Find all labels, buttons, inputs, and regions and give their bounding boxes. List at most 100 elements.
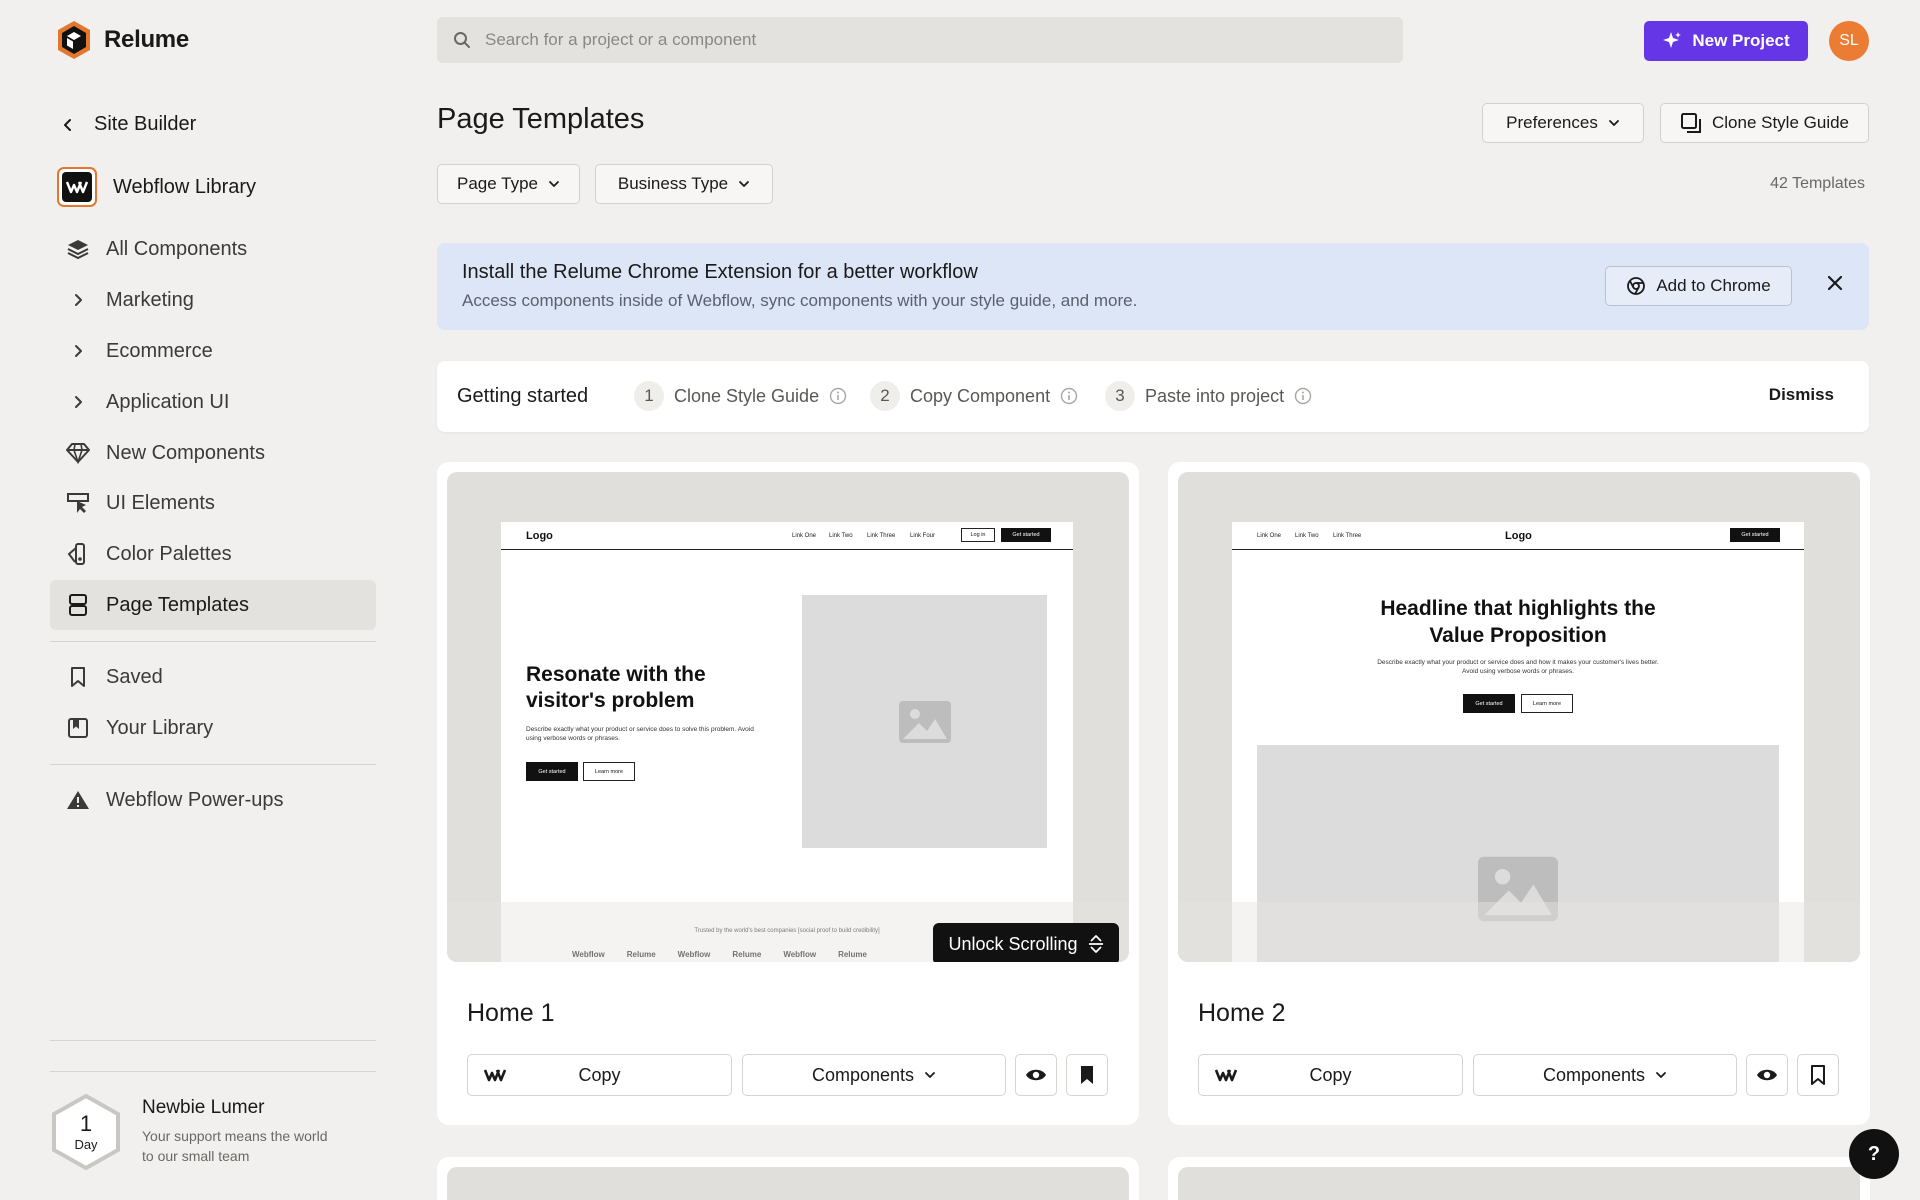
clone-style-guide-button[interactable]: Clone Style Guide xyxy=(1660,103,1869,143)
search-bar[interactable] xyxy=(437,17,1403,63)
sidebar-divider xyxy=(50,1071,376,1072)
step-copy-component[interactable]: 2 Copy Component xyxy=(870,381,1078,411)
copy-button[interactable]: Copy xyxy=(467,1054,732,1096)
sidebar-item-application-ui[interactable]: Application UI xyxy=(50,377,376,427)
preview-body: Describe exactly what your product or se… xyxy=(526,726,754,742)
template-preview[interactable]: Logo Link One Link Two Link Three Link F… xyxy=(447,472,1129,962)
app-logo[interactable]: Relume xyxy=(56,20,189,60)
sidebar-item-new-components[interactable]: New Components xyxy=(50,428,376,478)
chevron-down-icon xyxy=(1608,118,1620,128)
sidebar-divider xyxy=(50,641,376,642)
close-icon[interactable] xyxy=(1826,274,1844,292)
info-icon[interactable] xyxy=(1060,387,1078,405)
chevron-right-icon xyxy=(66,339,90,363)
relume-logo-icon xyxy=(56,20,92,60)
help-button[interactable]: ? xyxy=(1849,1129,1899,1179)
sidebar-item-saved[interactable]: Saved xyxy=(50,652,376,702)
preview-button[interactable] xyxy=(1746,1054,1788,1096)
step-clone-style-guide[interactable]: 1 Clone Style Guide xyxy=(634,381,847,411)
template-preview[interactable]: Link One Link Two Link Three Logo Get st… xyxy=(1178,472,1860,962)
eye-icon xyxy=(1025,1067,1047,1083)
library-selector[interactable]: Webflow Library xyxy=(57,167,256,207)
sidebar-item-label: Your Library xyxy=(106,716,214,739)
preview-button[interactable] xyxy=(1015,1054,1057,1096)
save-button[interactable] xyxy=(1797,1054,1839,1096)
sidebar-item-label: Application UI xyxy=(106,390,230,413)
preview-cta: Get started xyxy=(1001,528,1051,542)
preferences-label: Preferences xyxy=(1506,113,1598,132)
new-project-button[interactable]: New Project xyxy=(1644,21,1808,61)
save-button[interactable] xyxy=(1066,1054,1108,1096)
step-number: 3 xyxy=(1105,381,1135,411)
copy-button[interactable]: Copy xyxy=(1198,1054,1463,1096)
image-placeholder xyxy=(802,595,1047,848)
back-to-site-builder[interactable]: Site Builder xyxy=(62,113,196,136)
components-label: Components xyxy=(811,1064,915,1085)
search-input[interactable] xyxy=(485,30,1345,50)
sidebar-item-label: New Components xyxy=(106,441,265,464)
preview-link: Link Two xyxy=(1295,533,1319,539)
preview-link: Link Three xyxy=(1333,533,1362,539)
library-label: Webflow Library xyxy=(113,175,257,198)
info-icon[interactable] xyxy=(829,387,847,405)
step-number: 1 xyxy=(634,381,664,411)
preview-primary-button: Get started xyxy=(1463,694,1515,713)
unlock-scrolling-button[interactable]: Unlock Scrolling xyxy=(933,923,1119,962)
copy-label: Copy xyxy=(578,1064,621,1085)
template-preview[interactable] xyxy=(1178,1167,1860,1200)
diamond-icon xyxy=(66,441,90,465)
clone-style-guide-label: Clone Style Guide xyxy=(1711,113,1850,132)
template-title: Home 2 xyxy=(1198,999,1286,1027)
dismiss-button[interactable]: Dismiss xyxy=(1769,385,1834,405)
streak-badge: 1 Day xyxy=(50,1093,122,1171)
components-dropdown[interactable]: Components xyxy=(1473,1054,1737,1096)
sidebar-item-page-templates[interactable]: Page Templates xyxy=(50,580,376,630)
sidebar-divider xyxy=(50,764,376,765)
bookmark-icon xyxy=(1810,1065,1826,1085)
cursor-box-icon xyxy=(66,491,90,515)
sidebar-item-ecommerce[interactable]: Ecommerce xyxy=(50,326,376,376)
preview-fade xyxy=(1178,902,1860,962)
preview-link: Link One xyxy=(1257,533,1282,539)
page-type-filter[interactable]: Page Type xyxy=(437,164,580,204)
eye-icon xyxy=(1756,1067,1778,1083)
add-to-chrome-button[interactable]: Add to Chrome xyxy=(1605,266,1792,306)
preview-login: Log in xyxy=(961,528,995,542)
preview-secondary-button: Learn more xyxy=(583,762,635,781)
sidebar-item-marketing[interactable]: Marketing xyxy=(50,275,376,325)
components-dropdown[interactable]: Components xyxy=(742,1054,1006,1096)
palette-icon xyxy=(66,542,90,566)
preview-cta: Get started xyxy=(1730,528,1780,542)
sidebar-item-label: Page Templates xyxy=(106,593,250,616)
sidebar-item-label: Color Palettes xyxy=(106,542,232,565)
step-label: Paste into project xyxy=(1145,385,1285,406)
sidebar-item-label: Saved xyxy=(106,665,163,688)
info-icon[interactable] xyxy=(1294,387,1312,405)
sidebar-item-webflow-powerups[interactable]: Webflow Power-ups xyxy=(50,775,376,825)
sidebar-item-label: Ecommerce xyxy=(106,339,213,362)
sidebar-item-label: All Components xyxy=(106,237,248,260)
sidebar-item-all-components[interactable]: All Components xyxy=(50,224,376,274)
webflow-logo-icon xyxy=(57,167,97,207)
preview-navbar: Logo Link One Link Two Link Three Link F… xyxy=(501,522,1073,550)
sidebar-item-ui-elements[interactable]: UI Elements xyxy=(50,478,376,528)
sidebar-item-color-palettes[interactable]: Color Palettes xyxy=(50,529,376,579)
step-label: Copy Component xyxy=(910,385,1051,406)
business-type-filter[interactable]: Business Type xyxy=(595,164,773,204)
chevron-down-icon xyxy=(738,179,750,189)
template-card-next xyxy=(1168,1157,1870,1200)
streak-number: 1 xyxy=(79,1111,93,1136)
preview-link: Link One xyxy=(792,533,817,539)
badge-subtitle: Your support means the world to our smal… xyxy=(142,1128,328,1164)
webflow-logo-icon xyxy=(1215,1068,1237,1082)
user-avatar[interactable]: SL xyxy=(1829,21,1869,61)
template-preview[interactable] xyxy=(447,1167,1129,1200)
preferences-dropdown[interactable]: Preferences xyxy=(1482,103,1644,143)
sidebar-divider xyxy=(50,1040,376,1041)
sidebar-item-your-library[interactable]: Your Library xyxy=(50,703,376,753)
template-title: Home 1 xyxy=(467,999,555,1027)
step-paste-into-project[interactable]: 3 Paste into project xyxy=(1105,381,1312,411)
preview-page: Logo Link One Link Two Link Three Link F… xyxy=(501,522,1073,962)
chevron-down-icon xyxy=(548,179,560,189)
chrome-icon xyxy=(1626,276,1646,296)
